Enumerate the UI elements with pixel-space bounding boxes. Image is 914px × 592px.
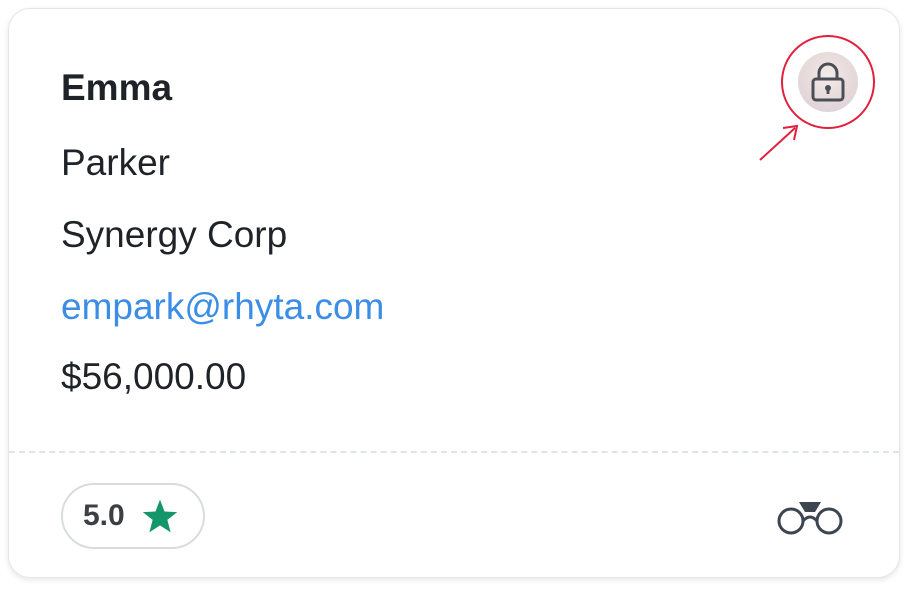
binoculars-icon[interactable] — [775, 499, 845, 535]
company-name: Synergy Corp — [61, 214, 288, 255]
pointer-arrow-icon — [759, 124, 799, 161]
card-divider — [9, 451, 899, 453]
avatar-highlight[interactable] — [781, 35, 875, 129]
deal-amount: $56,000.00 — [61, 356, 247, 397]
last-name: Parker — [61, 142, 170, 183]
email-link[interactable]: empark@rhyta.com — [61, 288, 384, 325]
contact-card: Emma Parker Synergy Corp empark@rhyta.co… — [8, 8, 900, 578]
avatar[interactable] — [798, 52, 858, 112]
rating-value: 5.0 — [83, 499, 125, 532]
rating-badge: 5.0 — [61, 483, 205, 549]
first-name: Emma — [61, 67, 173, 108]
star-icon — [142, 499, 177, 533]
lock-icon — [811, 62, 845, 102]
